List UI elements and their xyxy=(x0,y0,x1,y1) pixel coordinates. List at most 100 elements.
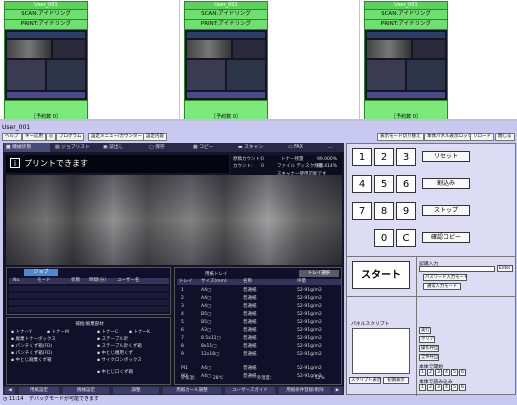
panel-script-textarea[interactable] xyxy=(352,328,410,374)
key-4[interactable]: 4 xyxy=(352,175,372,193)
all-recall-button[interactable]: 全件呼出 xyxy=(419,354,439,361)
program-button[interactable]: プログラム xyxy=(56,133,85,141)
tray-row[interactable]: 6 A3▢ 普通紙 52-91g/m2 xyxy=(177,327,341,334)
display-mode-button[interactable]: 表示モード切り替え xyxy=(377,133,424,141)
counter-value: 0 xyxy=(261,164,264,169)
divider xyxy=(347,296,515,297)
paper-settings-button[interactable]: 用紙設定 xyxy=(19,387,59,394)
execute-button[interactable]: 実行 xyxy=(419,327,431,334)
device-screen-thumbnail[interactable] xyxy=(4,30,88,101)
menu-scan[interactable]: ▬ スキャン xyxy=(238,144,263,151)
key-c[interactable]: C xyxy=(396,229,416,247)
menu-machine-status[interactable]: ■ 機械状態 xyxy=(6,144,31,151)
tray-row[interactable]: 9 12x18▢ 普通紙 52-91g/m2 xyxy=(177,351,341,358)
curl-adjust-button[interactable]: 用紙カール調整 xyxy=(163,387,221,394)
tray-weight: 52-91g/m2 xyxy=(297,328,322,333)
panel-lock-button[interactable]: 本体パネル表示ロック xyxy=(424,133,475,141)
panel-script-title: パネルスクリプト xyxy=(351,322,390,327)
settings-counter-button[interactable]: 設定メニュー/カウンター xyxy=(88,133,146,141)
proof-copy-button[interactable]: 確認コピー xyxy=(422,232,470,243)
tray-row[interactable]: PI1 A4▢ 普通紙 52-91g/m2 xyxy=(177,365,341,372)
digit-button[interactable]: 6 xyxy=(459,384,466,391)
tray-row[interactable]: 3 A4▢ 普通紙 52-91g/m2 xyxy=(177,303,341,310)
menu-copy[interactable]: ▦ コピー xyxy=(193,144,213,151)
device-card[interactable]: User_001 SCAN:アイドリング PRINT:アイドリング ［予約数 0… xyxy=(4,1,88,123)
stop-button[interactable]: ストップ xyxy=(422,205,470,216)
key-9[interactable]: 9 xyxy=(396,202,416,220)
key-apply-button[interactable]: キー応用 xyxy=(22,133,46,141)
key-1[interactable]: 1 xyxy=(352,148,372,166)
tray-row[interactable]: 4 B5▢ 普通紙 52-91g/m2 xyxy=(177,311,341,318)
help-button[interactable]: ヘルプ xyxy=(2,133,22,141)
digit-button[interactable]: 3 xyxy=(435,369,442,376)
consumable-item: ▪ トナーY xyxy=(11,330,32,335)
device-card[interactable]: User_001 SCAN:アイドリング PRINT:アイドリング ［予約数 0… xyxy=(364,1,448,123)
tray-weight: 52-91g/m2 xyxy=(297,352,322,357)
digit-button[interactable]: 5 xyxy=(451,369,458,376)
menu-recall[interactable]: ▣ 読出し xyxy=(103,144,123,151)
consumable-item: ▪ ステープル針 xyxy=(97,337,129,342)
next-arrow-icon[interactable]: ▶ xyxy=(333,387,342,394)
digit-button[interactable]: 1 xyxy=(419,369,426,376)
device-screen-thumbnail[interactable] xyxy=(184,30,268,101)
script-reset-button[interactable]: 初期表示 xyxy=(383,377,409,384)
key-8[interactable]: 8 xyxy=(374,202,394,220)
users-guide-button[interactable]: ユーザーズガイド xyxy=(225,387,275,394)
settings-content-button[interactable]: 設定内容 xyxy=(143,133,167,141)
key-2[interactable]: 2 xyxy=(374,148,394,166)
tray-row[interactable]: 2 A4▢ 普通紙 52-91g/m2 xyxy=(177,295,341,302)
menu-fax[interactable]: ▭ FAX xyxy=(288,144,303,151)
key-6[interactable]: 6 xyxy=(396,175,416,193)
consumable-item: ▪ 中とじ廃棄くず箱 xyxy=(11,358,52,363)
tray-row[interactable]: 7 8.5x11▢ 普通紙 52-91g/m2 xyxy=(177,335,341,342)
digit-button[interactable]: 2 xyxy=(427,369,434,376)
op-recall-button[interactable]: 操作呼出 xyxy=(419,345,439,352)
adjust-button[interactable]: 調整 xyxy=(113,387,159,394)
menu-job-list[interactable]: ▤ ジョブリスト xyxy=(55,144,90,151)
enter-button[interactable]: Enter xyxy=(497,265,513,272)
job-tab[interactable]: ジョブ xyxy=(24,269,58,276)
auth-input[interactable] xyxy=(419,266,495,272)
consumable-item: ▪ 中とじ機用くず xyxy=(97,351,133,356)
key-0[interactable]: 0 xyxy=(374,229,394,247)
start-button[interactable]: スタート xyxy=(352,261,410,289)
digit-button[interactable]: 1 xyxy=(419,384,426,391)
device-screen-thumbnail[interactable] xyxy=(364,30,448,101)
job-row[interactable] xyxy=(9,307,169,312)
password-mode-button[interactable]: パスワード入力モード xyxy=(423,274,468,281)
digit-button[interactable]: 3 xyxy=(435,384,442,391)
utility-button[interactable]: ◎ xyxy=(46,133,56,141)
reset-button[interactable]: リセット xyxy=(422,151,470,162)
device-card[interactable]: User_001 SCAN:アイドリング PRINT:アイドリング ［予約数 0… xyxy=(184,1,268,123)
digit-button[interactable]: 4 xyxy=(443,384,450,391)
job-row[interactable] xyxy=(9,286,169,291)
prev-arrow-icon[interactable]: ◀ xyxy=(5,387,15,394)
menu-save[interactable]: ▢ 保存 xyxy=(149,144,165,151)
normal-mode-button[interactable]: 通常入力モード xyxy=(423,283,461,290)
paper-register-button[interactable]: 用紙条件登録/削除 xyxy=(279,387,331,394)
menu-more[interactable]: … xyxy=(328,144,333,151)
reload-button[interactable]: リロード xyxy=(470,133,494,141)
key-3[interactable]: 3 xyxy=(396,148,416,166)
tray-row[interactable]: 8 8x11▢ 普通紙 52-91g/m2 xyxy=(177,343,341,350)
interrupt-button[interactable]: 割込み xyxy=(422,178,470,189)
job-row[interactable] xyxy=(9,300,169,305)
tray-tray: 2 xyxy=(181,296,184,301)
script-show-button[interactable]: スクリプト表示 xyxy=(349,377,381,384)
clear-button[interactable]: クリア xyxy=(419,336,435,343)
col-user: ユーザー名 xyxy=(117,278,140,283)
consumable-item: ▪ パンチくず箱(FD) xyxy=(11,351,53,356)
digit-button[interactable]: 5 xyxy=(451,384,458,391)
digit-button[interactable]: 6 xyxy=(459,369,466,376)
tray-select-button[interactable]: トレイ選択 xyxy=(299,270,339,277)
digit-button[interactable]: 4 xyxy=(443,369,450,376)
machine-settings-button[interactable]: 機械設定 xyxy=(63,387,109,394)
device-name: User_001 xyxy=(364,1,448,10)
key-7[interactable]: 7 xyxy=(352,202,372,220)
job-row[interactable] xyxy=(9,293,169,298)
digit-button[interactable]: 2 xyxy=(427,384,434,391)
close-button[interactable]: 閉じる xyxy=(495,133,515,141)
key-5[interactable]: 5 xyxy=(374,175,394,193)
tray-row[interactable]: 5 B5▢ 普通紙 52-91g/m2 xyxy=(177,319,341,326)
tray-row[interactable]: 1 A4▢ 普通紙 52-91g/m2 xyxy=(177,287,341,294)
